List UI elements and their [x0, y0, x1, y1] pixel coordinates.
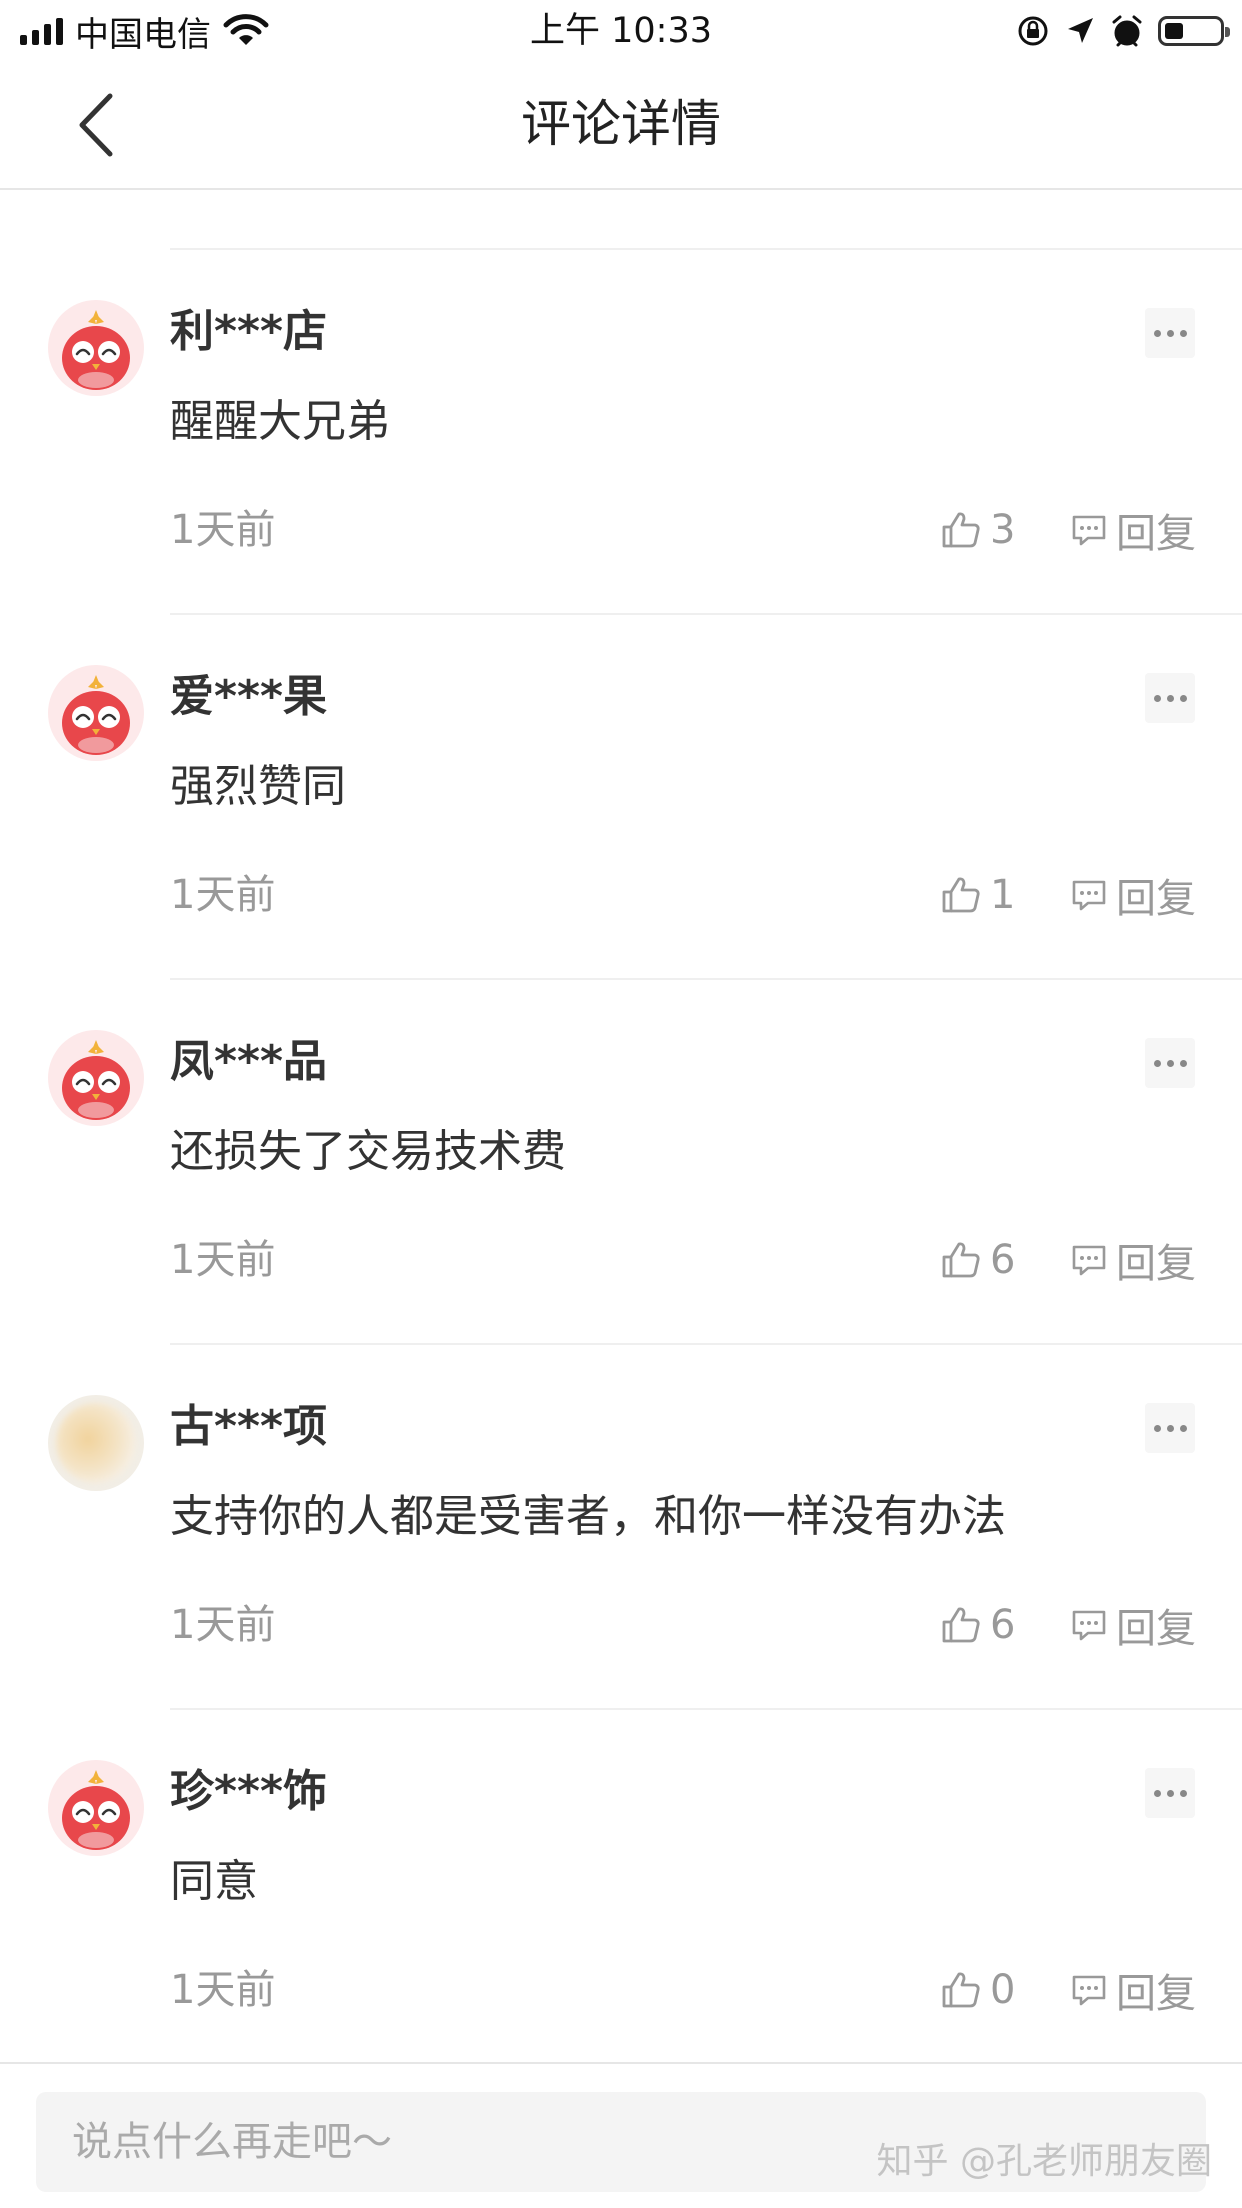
more-dots-icon: [1153, 1059, 1161, 1067]
reply-label: 回复: [1116, 1606, 1196, 1652]
more-dots-icon: [1153, 1789, 1161, 1797]
reply-button[interactable]: 回复: [1070, 502, 1196, 558]
comment-username[interactable]: 爱***果: [170, 667, 327, 727]
reply-button[interactable]: 回复: [1070, 1232, 1196, 1288]
comment-item: 爱***果 强烈赞同 1天前 1 回复: [0, 615, 1242, 980]
avatar[interactable]: [48, 1030, 144, 1126]
comment-text: 醒醒大兄弟: [170, 396, 390, 447]
comment-username[interactable]: 珍***饰: [170, 1762, 327, 1822]
battery-icon: [1158, 16, 1230, 46]
more-options-button[interactable]: [1145, 1403, 1195, 1453]
comment-item: 凤***品 还损失了交易技术费 1天前 6 回复: [0, 980, 1242, 1345]
comment-item: 利***店 醒醒大兄弟 1天前 3 回复: [0, 250, 1242, 615]
page-title: 评论详情: [521, 95, 721, 153]
reply-button[interactable]: 回复: [1070, 867, 1196, 923]
comment-bubble-icon: [1072, 1975, 1106, 2006]
more-options-button[interactable]: [1145, 1038, 1195, 1088]
comment-time: 1天前: [170, 507, 276, 553]
comment-item: 古***项 支持你的人都是受害者，和你一样没有办法 1天前 6 回复: [0, 1345, 1242, 1710]
more-options-button[interactable]: [1145, 308, 1195, 358]
thumbs-up-icon: [942, 512, 980, 548]
comment-item: 珍***饰 同意 1天前 0 回复: [0, 1710, 1242, 2075]
avatar[interactable]: [48, 300, 144, 396]
reply-button[interactable]: 回复: [1070, 1597, 1196, 1653]
like-button[interactable]: 1: [940, 867, 1015, 923]
comment-time: 1天前: [170, 1237, 276, 1283]
avatar[interactable]: [48, 665, 144, 761]
comment-username[interactable]: 利***店: [170, 302, 327, 362]
mascot-avatar-icon: [62, 1040, 130, 1120]
thumbs-up-icon: [942, 1972, 980, 2008]
thumbs-up-icon: [942, 877, 980, 913]
comment-bubble-icon: [1072, 515, 1106, 546]
more-dots-icon: [1153, 329, 1161, 337]
watermark: 知乎 @孔老师朋友圈: [876, 2141, 1212, 2182]
more-dots-icon: [1153, 694, 1161, 702]
comment-bubble-icon: [1072, 1245, 1106, 1276]
location-icon: [1068, 18, 1093, 43]
mascot-avatar-icon: [62, 1770, 130, 1850]
avatar[interactable]: [48, 1760, 144, 1856]
reply-label: 回复: [1116, 876, 1196, 922]
like-button[interactable]: 6: [940, 1597, 1015, 1653]
blurred-avatar-image: [56, 1403, 136, 1483]
comment-username[interactable]: 凤***品: [170, 1032, 327, 1092]
more-options-button[interactable]: [1145, 1768, 1195, 1818]
like-button[interactable]: 6: [940, 1232, 1015, 1288]
comment-text: 还损失了交易技术费: [170, 1126, 566, 1177]
reply-label: 回复: [1116, 511, 1196, 557]
like-count: 3: [990, 507, 1016, 553]
like-count: 6: [990, 1602, 1016, 1648]
status-bar: 中国电信 上午 10:33: [0, 0, 1242, 62]
more-options-button[interactable]: [1145, 673, 1195, 723]
comment-text: 同意: [170, 1856, 258, 1907]
nav-bar: 评论详情: [0, 62, 1242, 190]
comment-input-bar: 知乎 @孔老师朋友圈: [0, 2062, 1242, 2208]
comment-bubble-icon: [1072, 1610, 1106, 1641]
thumbs-up-icon: [942, 1607, 980, 1643]
reply-button[interactable]: 回复: [1070, 1962, 1196, 2018]
alarm-icon: [1112, 15, 1142, 47]
reply-label: 回复: [1116, 1971, 1196, 2017]
more-dots-icon: [1153, 1424, 1161, 1432]
mascot-avatar-icon: [62, 675, 130, 755]
comment-time: 1天前: [170, 872, 276, 918]
thumbs-up-icon: [942, 1242, 980, 1278]
comment-text: 支持你的人都是受害者，和你一样没有办法: [170, 1491, 1006, 1542]
avatar[interactable]: [48, 1395, 144, 1491]
like-count: 0: [990, 1967, 1016, 2013]
comment-time: 1天前: [170, 1967, 276, 2013]
like-button[interactable]: 3: [940, 502, 1015, 558]
comment-text: 强烈赞同: [170, 761, 346, 812]
like-button[interactable]: 0: [940, 1962, 1015, 2018]
mascot-avatar-icon: [62, 310, 130, 390]
reply-label: 回复: [1116, 1241, 1196, 1287]
comment-bubble-icon: [1072, 880, 1106, 911]
rotation-lock-icon: [1018, 16, 1048, 46]
like-count: 6: [990, 1237, 1016, 1283]
comment-time: 1天前: [170, 1602, 276, 1648]
comment-username[interactable]: 古***项: [170, 1397, 327, 1457]
like-count: 1: [990, 872, 1016, 918]
